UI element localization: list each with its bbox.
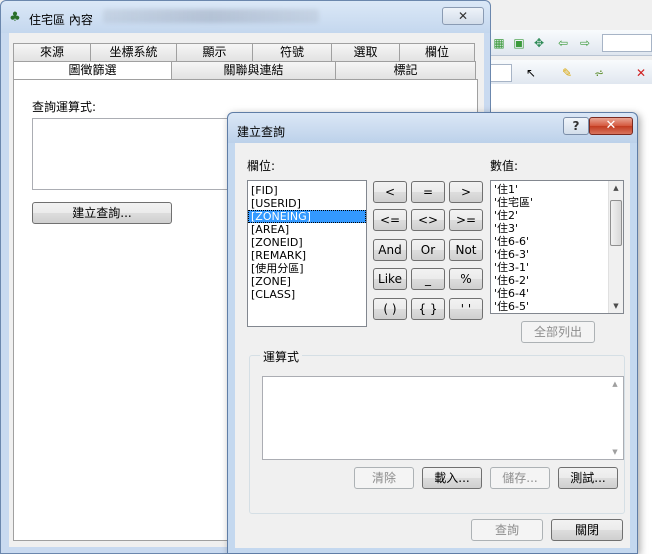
value-item[interactable]: '住6-4' xyxy=(491,287,623,300)
value-item[interactable]: '住宅區' xyxy=(491,196,623,209)
dialog-client: 欄位: [FID] [USERID] [ZONEING] [AREA] [ZON… xyxy=(235,143,630,548)
background-toolbar-top: ▦ ▣ ✥ ⇦ ⇨ xyxy=(488,30,652,56)
fields-listbox[interactable]: [FID] [USERID] [ZONEING] [AREA] [ZONEID]… xyxy=(247,180,367,327)
value-item[interactable]: '住6-5' xyxy=(491,300,623,313)
properties-titlebar[interactable]: ♣ 住宅區 內容 ✕ xyxy=(1,1,490,33)
values-label: 數值: xyxy=(490,159,519,173)
tab-symbology[interactable]: 符號 xyxy=(252,43,332,61)
scroll-up-arrow-icon[interactable]: ▲ xyxy=(608,377,622,391)
tab-source[interactable]: 來源 xyxy=(13,43,91,61)
operator-greater-equal-button[interactable]: >= xyxy=(449,209,483,231)
load-button[interactable]: 載入... xyxy=(422,467,482,489)
delete-x-icon[interactable]: ✕ xyxy=(634,66,648,80)
test-button[interactable]: 測試... xyxy=(558,467,618,489)
save-button[interactable]: 儲存... xyxy=(490,467,550,489)
operator-less-than-button[interactable]: < xyxy=(373,181,407,203)
build-query-button[interactable]: 建立查詢... xyxy=(32,202,172,224)
back-arrow-icon[interactable]: ⇦ xyxy=(556,36,570,50)
operator-less-equal-button[interactable]: <= xyxy=(373,209,407,231)
value-item[interactable]: '住6-2' xyxy=(491,274,623,287)
tab-joins-relates[interactable]: 關聯與連結 xyxy=(171,61,336,79)
expression-scrollbar[interactable]: ▲ ▼ xyxy=(608,377,623,459)
operator-like-button[interactable]: Like xyxy=(373,268,407,290)
field-item[interactable]: [ZONE] xyxy=(248,275,366,288)
tab-fields[interactable]: 欄位 xyxy=(399,43,475,61)
operator-underscore-button[interactable]: _ xyxy=(411,268,445,290)
pencil-icon[interactable]: ✎ xyxy=(560,66,574,80)
close-button[interactable]: 關閉 xyxy=(551,519,623,541)
operator-not-button[interactable]: Not xyxy=(449,239,483,261)
properties-close-button[interactable]: ✕ xyxy=(442,7,484,25)
value-item[interactable]: '住3' xyxy=(491,222,623,235)
operator-not-equal-button[interactable]: <> xyxy=(411,209,445,231)
tab-coordinate-system[interactable]: 坐標系統 xyxy=(90,43,177,61)
tab-row-bottom: 圖徵篩選 關聯與連結 標記 xyxy=(13,61,476,81)
measure-icon[interactable]: ⩫ xyxy=(592,66,606,80)
scroll-up-arrow-icon[interactable]: ▲ xyxy=(609,181,623,195)
field-item[interactable]: [REMARK] xyxy=(248,249,366,262)
value-item[interactable]: '住6-6' xyxy=(491,235,623,248)
values-listbox[interactable]: '住1' '住宅區' '住2' '住3' '住6-6' '住6-3' '住3-1… xyxy=(490,180,624,314)
expression-label: 運算式 xyxy=(260,348,303,365)
field-item[interactable]: [FID] xyxy=(248,184,366,197)
query-builder-dialog: 建立查詢 ? ✕ 欄位: [FID] [USERID] [ZONEING] [A… xyxy=(227,112,638,554)
query-expression-label: 查詢運算式: xyxy=(32,100,97,114)
operator-equals-button[interactable]: = xyxy=(411,181,445,203)
query-button[interactable]: 查詢 xyxy=(471,519,543,541)
grid-select-icon[interactable]: ▣ xyxy=(512,36,526,50)
properties-title: 住宅區 內容 xyxy=(29,13,93,27)
tab-selection[interactable]: 選取 xyxy=(331,43,400,61)
field-item[interactable]: [ZONEID] xyxy=(248,236,366,249)
scroll-down-arrow-icon[interactable]: ▼ xyxy=(608,445,622,459)
tab-row-top: 來源 坐標系統 顯示 符號 選取 欄位 xyxy=(13,43,475,61)
expression-textarea[interactable]: ▲ ▼ xyxy=(262,376,624,460)
operator-parentheses-button[interactable]: ( ) xyxy=(373,298,407,320)
tab-display[interactable]: 顯示 xyxy=(176,43,253,61)
background-toolbar-bottom: ↖ ✎ ⩫ ✕ xyxy=(488,60,652,86)
field-item[interactable]: [USERID] xyxy=(248,197,366,210)
tab-feature-filter[interactable]: 圖徵篩選 xyxy=(13,61,172,81)
field-item[interactable]: [AREA] xyxy=(248,223,366,236)
clear-button[interactable]: 清除 xyxy=(354,467,414,489)
background-dropdown[interactable] xyxy=(488,64,512,82)
value-item[interactable]: '住6-3' xyxy=(491,248,623,261)
pan-arrows-icon[interactable]: ✥ xyxy=(532,36,546,50)
operator-quotes-button[interactable]: ' ' xyxy=(449,298,483,320)
value-item[interactable]: '住3-1' xyxy=(491,261,623,274)
tab-labels[interactable]: 標記 xyxy=(335,61,476,79)
value-item[interactable]: '住1' xyxy=(491,183,623,196)
layer-icon: ♣ xyxy=(9,10,21,25)
forward-arrow-icon[interactable]: ⇨ xyxy=(578,36,592,50)
expression-groupbox: 運算式 ▲ ▼ 清除 載入... 儲存... 測試... xyxy=(249,348,625,514)
operator-or-button[interactable]: Or xyxy=(411,239,445,261)
scroll-down-arrow-icon[interactable]: ▼ xyxy=(609,299,623,313)
operator-percent-button[interactable]: % xyxy=(449,268,483,290)
dialog-title: 建立查詢 xyxy=(237,125,286,139)
operator-greater-than-button[interactable]: > xyxy=(449,181,483,203)
value-item[interactable]: '住2' xyxy=(491,209,623,222)
dialog-close-button[interactable]: ✕ xyxy=(589,117,633,135)
grid-icon[interactable]: ▦ xyxy=(492,36,506,50)
field-item[interactable]: [CLASS] xyxy=(248,288,366,301)
field-item[interactable]: [使用分區] xyxy=(248,262,366,275)
list-all-button[interactable]: 全部列出 xyxy=(521,321,595,343)
scroll-thumb[interactable] xyxy=(610,200,622,246)
fields-label: 欄位: xyxy=(247,159,276,173)
operator-braces-button[interactable]: { } xyxy=(411,298,445,320)
redacted-title-text xyxy=(103,9,319,23)
help-button[interactable]: ? xyxy=(563,117,589,135)
dialog-titlebar[interactable]: 建立查詢 ? ✕ xyxy=(228,113,637,143)
select-cursor-icon[interactable]: ↖ xyxy=(524,66,538,80)
field-item-selected[interactable]: [ZONEING] xyxy=(248,210,366,223)
background-combo[interactable] xyxy=(602,34,652,52)
values-scrollbar[interactable]: ▲ ▼ xyxy=(608,181,623,313)
operator-and-button[interactable]: And xyxy=(373,239,407,261)
